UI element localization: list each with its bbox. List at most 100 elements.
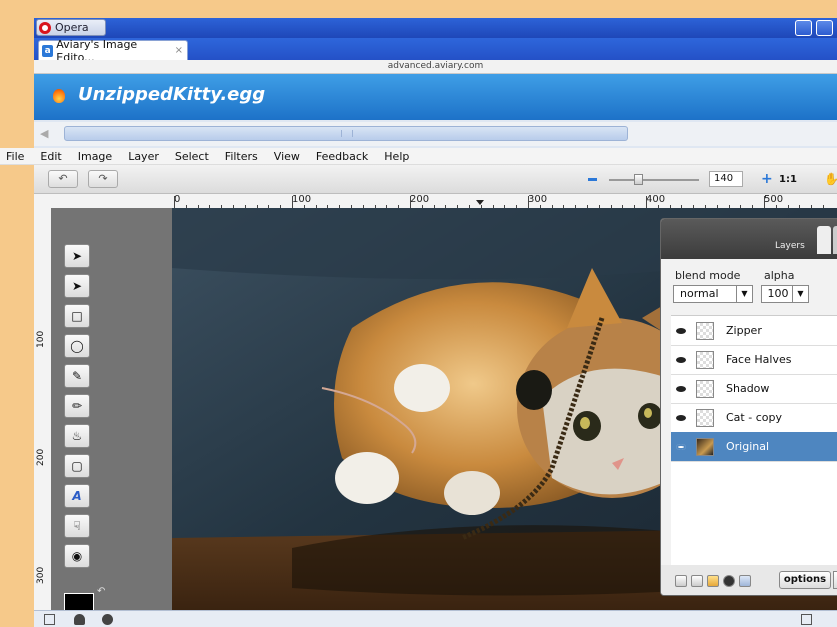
alpha-value: 100 <box>767 287 789 300</box>
marquee-icon[interactable]: □ <box>64 304 90 328</box>
layers-panel-header: Layers <box>661 219 837 259</box>
zoom-input[interactable]: 140 <box>709 171 743 187</box>
new-layer-icon[interactable] <box>675 575 687 587</box>
options-button[interactable]: options <box>779 571 831 589</box>
ruler-label: 500 <box>764 194 784 205</box>
tab-close-icon[interactable]: × <box>175 45 183 56</box>
swap-colors-icon[interactable]: ↶ <box>97 586 105 597</box>
lasso-icon[interactable]: ◯ <box>64 334 90 358</box>
opera-label: Opera <box>55 21 89 34</box>
tool-palette: ➤ ➤ □ ◯ ✎ ✏ ♨ ▢ A ☟ ◉ ↶ <box>51 208 172 627</box>
ruler-label: 400 <box>646 194 666 205</box>
chevron-down-icon[interactable]: ▼ <box>792 286 808 302</box>
mask-icon[interactable] <box>723 575 735 587</box>
menu-select[interactable]: Select <box>167 150 217 163</box>
layer-row-zipper[interactable]: Zipper <box>671 316 837 346</box>
node-select-icon[interactable]: ➤ <box>64 274 90 298</box>
panel-tab-layers[interactable] <box>817 226 831 254</box>
layer-row-original[interactable]: Original <box>671 432 837 462</box>
menu-feedback[interactable]: Feedback <box>308 150 376 163</box>
history-scrollbar[interactable] <box>64 126 628 141</box>
zoom-slider-track[interactable] <box>609 179 699 181</box>
lock-icon[interactable] <box>707 575 719 587</box>
opera-logo-icon <box>39 21 51 34</box>
browser-window: Opera a Aviary's Image Edito... × advanc… <box>34 18 837 627</box>
blend-mode-select[interactable]: normal ▼ <box>673 285 753 303</box>
fill-icon[interactable]: ♨ <box>64 424 90 448</box>
editor-toolbar: ↶ ↷ 140 + 1:1 ✋ <box>34 165 837 194</box>
ruler-label: 200 <box>410 194 430 205</box>
zoom-out-icon[interactable] <box>588 178 597 181</box>
tab-aviary[interactable]: a Aviary's Image Edito... × <box>38 38 188 64</box>
eye-icon[interactable] <box>676 356 686 363</box>
image-toggle-icon[interactable] <box>801 614 812 625</box>
maximize-icon[interactable] <box>816 20 833 36</box>
undo-button[interactable]: ↶ <box>48 170 78 188</box>
menu-file[interactable]: File <box>0 150 32 163</box>
window-titlebar: Opera <box>34 18 837 38</box>
chevron-down-icon[interactable]: ▼ <box>736 286 752 302</box>
menu-help[interactable]: Help <box>376 150 417 163</box>
eye-icon[interactable] <box>676 443 686 450</box>
zoom-slider-thumb[interactable] <box>634 174 643 185</box>
layer-list: Zipper Face Halves Shadow Cat - copy Ori <box>671 315 837 566</box>
ruler-tick <box>292 196 293 208</box>
brush-icon[interactable]: ✏ <box>64 394 90 418</box>
layers-panel-title: Layers <box>775 241 805 251</box>
opera-menu-button[interactable]: Opera <box>36 19 106 36</box>
speed-dial-icon[interactable] <box>102 614 113 625</box>
ruler-label: 200 <box>36 448 46 466</box>
eye-icon[interactable] <box>676 327 686 334</box>
alpha-select[interactable]: 100 ▼ <box>761 285 809 303</box>
cloud-icon[interactable] <box>74 614 85 625</box>
tab-bar: a Aviary's Image Edito... × <box>34 38 837 64</box>
smudge-icon[interactable]: ☟ <box>64 514 90 538</box>
address-display[interactable]: advanced.aviary.com <box>34 60 837 74</box>
ruler-tick <box>646 196 647 208</box>
pointer-icon[interactable]: ➤ <box>64 244 90 268</box>
new-folder-icon[interactable] <box>691 575 703 587</box>
app-header: UnzippedKitty.egg <box>34 74 837 120</box>
layer-name: Original <box>726 440 770 453</box>
menu-edit[interactable]: Edit <box>32 150 69 163</box>
eye-icon[interactable] <box>676 414 686 421</box>
layers-panel: Layers blend mode alpha normal ▼ 100 ▼ Z… <box>660 218 837 596</box>
layer-name: Cat - copy <box>726 411 782 424</box>
stamp-icon[interactable]: ◉ <box>64 544 90 568</box>
alpha-label: alpha <box>764 269 795 282</box>
rectangle-icon[interactable]: ▢ <box>64 454 90 478</box>
dropper-icon[interactable]: ✎ <box>64 364 90 388</box>
layer-thumbnail <box>696 408 714 427</box>
text-icon[interactable]: A <box>64 484 90 508</box>
layer-row-face-halves[interactable]: Face Halves <box>671 345 837 375</box>
chevron-left-icon[interactable]: ◀ <box>40 127 54 141</box>
layers-footer: options ▼ <box>661 565 837 595</box>
ruler-tick <box>410 196 411 208</box>
redo-button[interactable]: ↷ <box>88 170 118 188</box>
panel-toggle-icon[interactable] <box>44 614 55 625</box>
panel-tab-other[interactable] <box>833 226 837 254</box>
zoom-in-icon[interactable]: + <box>761 172 773 186</box>
layer-row-cat-copy[interactable]: Cat - copy <box>671 403 837 433</box>
minimize-icon[interactable] <box>795 20 812 36</box>
layer-thumbnail <box>696 437 714 456</box>
horizontal-ruler: 0 100 200 300 400 500 <box>34 194 837 209</box>
chevron-down-icon[interactable]: ▼ <box>833 571 837 589</box>
menu-view[interactable]: View <box>266 150 308 163</box>
ruler-tick <box>174 196 175 208</box>
ruler-label: 100 <box>292 194 312 205</box>
eye-icon[interactable] <box>676 385 686 392</box>
layer-row-shadow[interactable]: Shadow <box>671 374 837 404</box>
menu-bar: File Edit Image Layer Select Filters Vie… <box>0 148 837 165</box>
ruler-label: 300 <box>528 194 548 205</box>
aviary-logo-icon <box>53 89 65 103</box>
trash-icon[interactable] <box>739 575 751 587</box>
menu-image[interactable]: Image <box>70 150 120 163</box>
hand-icon[interactable]: ✋ <box>824 172 837 186</box>
zoom-actual-button[interactable]: 1:1 <box>779 174 797 185</box>
layer-name: Zipper <box>726 324 762 337</box>
menu-layer[interactable]: Layer <box>120 150 167 163</box>
menu-filters[interactable]: Filters <box>217 150 266 163</box>
ruler-tick <box>528 196 529 208</box>
ruler-label: 100 <box>36 330 46 348</box>
